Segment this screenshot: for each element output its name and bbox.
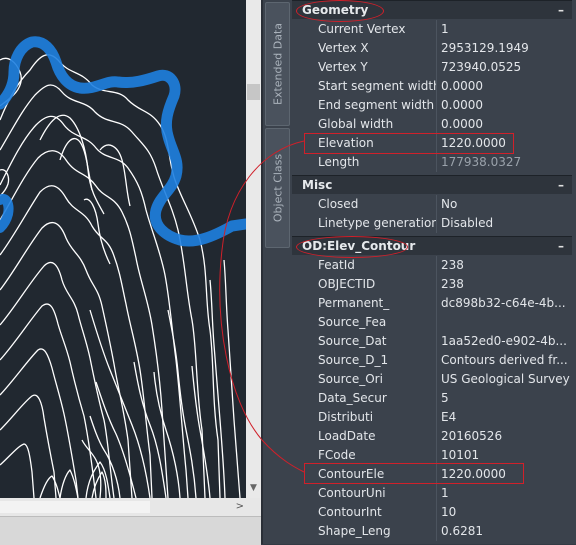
property-value[interactable]: 5: [437, 389, 572, 408]
property-value[interactable]: 723940.0525: [437, 58, 572, 77]
geometry-row[interactable]: Start segment width 0.0000: [292, 77, 572, 96]
annotation-ellipse-geometry: [296, 0, 384, 22]
drawing-viewport[interactable]: [0, 0, 246, 498]
vertical-scrollbar[interactable]: ▼: [246, 0, 261, 498]
property-value[interactable]: 1: [437, 484, 572, 503]
property-value[interactable]: 10: [437, 503, 572, 522]
property-label: ContourUni: [304, 484, 437, 503]
property-value[interactable]: E4: [437, 408, 572, 427]
section-misc-title: Misc: [302, 178, 333, 192]
property-label: Source_D_1: [304, 351, 437, 370]
property-label: ContourInt: [304, 503, 437, 522]
od-row[interactable]: OBJECTID 238: [292, 275, 572, 294]
property-value[interactable]: No: [437, 195, 572, 214]
tab-extended-data[interactable]: Extended Data: [265, 2, 290, 126]
od-row[interactable]: Shape_Leng 0.6281: [292, 522, 572, 541]
geometry-row[interactable]: Vertex Y 723940.0525: [292, 58, 572, 77]
property-label: Current Vertex: [304, 20, 437, 39]
collapse-icon[interactable]: –: [558, 237, 564, 256]
property-label: Vertex Y: [304, 58, 437, 77]
od-row[interactable]: Source_Dat 1aa52ed0-e902-4b...: [292, 332, 572, 351]
tab-object-class-label: Object Class: [271, 153, 284, 223]
property-label: Data_Secur: [304, 389, 437, 408]
property-label: Source_Fea: [304, 313, 437, 332]
annotation-ellipse-od: [296, 236, 408, 258]
property-label: Global width: [304, 115, 437, 134]
status-bar: [0, 516, 261, 545]
property-label: Closed: [304, 195, 437, 214]
collapse-icon[interactable]: –: [558, 176, 564, 195]
od-row[interactable]: Data_Secur 5: [292, 389, 572, 408]
property-value[interactable]: [437, 313, 572, 332]
od-row[interactable]: FeatId 238: [292, 256, 572, 275]
tab-object-class[interactable]: Object Class: [265, 128, 290, 248]
property-label: LoadDate: [304, 427, 437, 446]
property-value[interactable]: 238: [437, 256, 572, 275]
property-value[interactable]: 0.0000: [437, 96, 572, 115]
properties-palette: Geometry – Current Vertex 1 Vertex X 295312…: [292, 0, 576, 544]
property-label: Shape_Leng: [304, 522, 437, 541]
property-value[interactable]: 1: [437, 20, 572, 39]
misc-row[interactable]: Linetype generation Disabled: [292, 214, 572, 233]
geometry-row[interactable]: Vertex X 2953129.1949: [292, 39, 572, 58]
scroll-right-icon[interactable]: >: [236, 498, 244, 516]
od-row[interactable]: Distributi E4: [292, 408, 572, 427]
property-label: FeatId: [304, 256, 437, 275]
od-row[interactable]: Source_Ori US Geological Survey: [292, 370, 572, 389]
property-value[interactable]: dc898b32-c64e-4b...: [437, 294, 572, 313]
property-value[interactable]: 20160526: [437, 427, 572, 446]
od-row[interactable]: Source_Fea: [292, 313, 572, 332]
property-value[interactable]: 238: [437, 275, 572, 294]
property-value[interactable]: 0.6281: [437, 522, 572, 541]
scroll-down-icon[interactable]: ▼: [246, 481, 261, 496]
property-label: Source_Ori: [304, 370, 437, 389]
selected-polyline: [0, 36, 246, 247]
property-label: Start segment width: [304, 77, 437, 96]
property-value[interactable]: 1aa52ed0-e902-4b...: [437, 332, 572, 351]
property-label: Distributi: [304, 408, 437, 427]
annotation-box-elevation: [304, 133, 514, 154]
side-tab-strip: Extended Data Object Class: [263, 0, 292, 544]
section-misc[interactable]: Misc –: [292, 175, 572, 194]
geometry-row[interactable]: Length 177938.0327: [292, 153, 572, 172]
od-row[interactable]: Permanent_ dc898b32-c64e-4b...: [292, 294, 572, 313]
property-label: Vertex X: [304, 39, 437, 58]
od-row[interactable]: LoadDate 20160526: [292, 427, 572, 446]
property-label: Permanent_: [304, 294, 437, 313]
vertical-scroll-thumb[interactable]: [247, 84, 260, 100]
geometry-row[interactable]: Current Vertex 1: [292, 20, 572, 39]
od-row[interactable]: ContourInt 10: [292, 503, 572, 522]
property-value[interactable]: Contours derived fr...: [437, 351, 572, 370]
property-value[interactable]: 0.0000: [437, 77, 572, 96]
od-row[interactable]: Source_D_1 Contours derived fr...: [292, 351, 572, 370]
collapse-icon[interactable]: –: [558, 1, 564, 20]
geometry-row[interactable]: End segment width 0.0000: [292, 96, 572, 115]
annotation-box-contourele: [304, 463, 524, 484]
property-value[interactable]: Disabled: [437, 214, 572, 233]
property-value[interactable]: 177938.0327: [437, 153, 572, 172]
geometry-row[interactable]: Global width 0.0000: [292, 115, 572, 134]
property-label: End segment width: [304, 96, 437, 115]
property-label: Length: [304, 153, 437, 172]
property-value[interactable]: US Geological Survey: [437, 370, 572, 389]
horizontal-scrollbar[interactable]: >: [0, 498, 246, 516]
tab-extended-data-label: Extended Data: [271, 22, 284, 106]
scrollbar-corner: [246, 498, 261, 516]
property-label: Linetype generation: [304, 214, 437, 233]
od-row[interactable]: ContourUni 1: [292, 484, 572, 503]
misc-row[interactable]: Closed No: [292, 195, 572, 214]
horizontal-scroll-thumb[interactable]: [0, 501, 150, 513]
property-label: OBJECTID: [304, 275, 437, 294]
property-label: Source_Dat: [304, 332, 437, 351]
property-value[interactable]: 0.0000: [437, 115, 572, 134]
property-value[interactable]: 2953129.1949: [437, 39, 572, 58]
